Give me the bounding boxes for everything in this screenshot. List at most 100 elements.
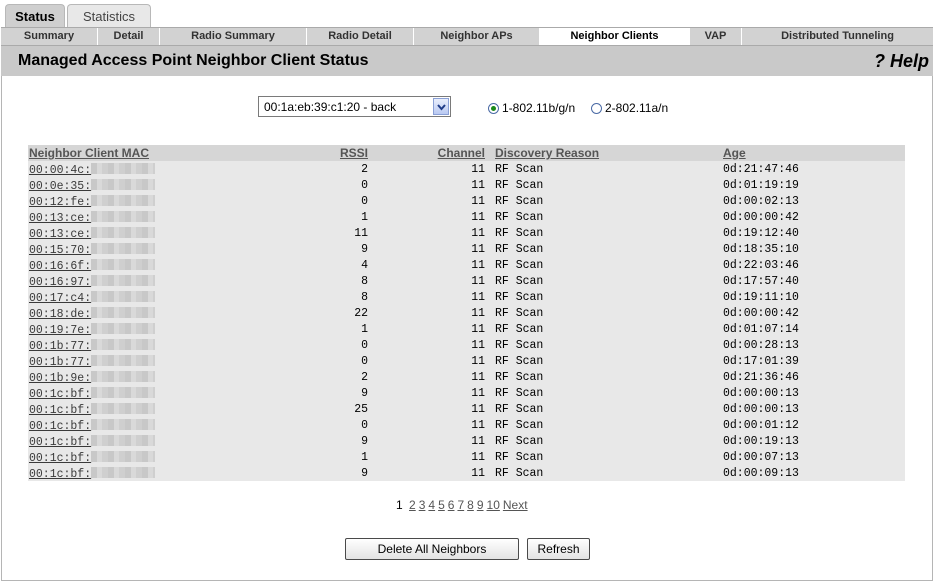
ap-select[interactable]: 00:1a:eb:39:c1:20 - back [258,96,451,117]
client-mac-prefix: 00:13:ce: [29,212,92,225]
next-page-link[interactable]: Next [503,498,528,512]
client-mac-link[interactable]: 00:16:6f: [29,259,156,273]
cell-age: 0d:00:09:13 [723,467,799,480]
ap-select-value: 00:1a:eb:39:c1:20 - back [264,100,397,114]
subtab-summary[interactable]: Summary [1,28,98,45]
sub-tab-bar: Summary Detail Radio Summary Radio Detai… [1,27,933,46]
chevron-down-icon[interactable] [433,98,449,115]
client-mac-link[interactable]: 00:13:ce: [29,227,156,241]
client-mac-link[interactable]: 00:1c:bf: [29,435,156,449]
client-mac-prefix: 00:12:fe: [29,196,92,209]
cell-channel: 11 [471,355,485,368]
cell-age: 0d:19:12:40 [723,227,799,240]
client-mac-prefix: 00:1c:bf: [29,404,92,417]
subtab-neighbor-aps[interactable]: Neighbor APs [414,28,540,45]
subtab-detail[interactable]: Detail [98,28,160,45]
page-link[interactable]: 2 [409,498,416,512]
page-link[interactable]: 5 [438,498,445,512]
cell-channel: 11 [471,211,485,224]
client-mac-link[interactable]: 00:19:7e: [29,323,156,337]
page-link[interactable]: 6 [448,498,455,512]
redacted-mac-suffix [91,163,156,174]
cell-discovery-reason: RF Scan [495,179,544,192]
refresh-button[interactable]: Refresh [527,538,590,560]
cell-age: 0d:17:01:39 [723,355,799,368]
redacted-mac-suffix [91,243,156,254]
page-link[interactable]: 4 [428,498,435,512]
client-mac-prefix: 00:1b:77: [29,356,92,369]
client-mac-link[interactable]: 00:00:4c: [29,163,156,177]
table-row: 00:1c:bf: 9 11 RF Scan 0d:00:19:13 [28,433,905,449]
client-mac-prefix: 00:1b:77: [29,340,92,353]
page-link[interactable]: 7 [457,498,464,512]
cell-channel: 11 [471,323,485,336]
cell-age: 0d:21:36:46 [723,371,799,384]
col-header-age[interactable]: Age [723,146,746,160]
cell-discovery-reason: RF Scan [495,387,544,400]
cell-channel: 11 [471,243,485,256]
cell-rssi: 1 [361,451,368,464]
delete-all-neighbors-button[interactable]: Delete All Neighbors [345,538,519,560]
page-link[interactable]: 9 [477,498,484,512]
cell-rssi: 8 [361,275,368,288]
col-header-discovery-reason[interactable]: Discovery Reason [495,146,599,160]
cell-channel: 11 [471,387,485,400]
client-mac-link[interactable]: 00:16:97: [29,275,156,289]
client-mac-link[interactable]: 00:1b:9e: [29,371,156,385]
client-mac-link[interactable]: 00:0e:35: [29,179,156,193]
cell-rssi: 0 [361,339,368,352]
radio-80211an[interactable]: 2-802.11a/n [591,101,668,115]
redacted-mac-suffix [91,419,156,430]
cell-rssi: 1 [361,211,368,224]
radio-80211bgn[interactable]: 1-802.11b/g/n [488,101,575,115]
client-mac-link[interactable]: 00:1c:bf: [29,451,156,465]
tab-status[interactable]: Status [5,4,65,28]
client-mac-link[interactable]: 00:1c:bf: [29,419,156,433]
cell-discovery-reason: RF Scan [495,227,544,240]
client-mac-prefix: 00:1c:bf: [29,420,92,433]
subtab-radio-detail[interactable]: Radio Detail [307,28,414,45]
cell-age: 0d:01:19:19 [723,179,799,192]
radio-unselected-icon [591,102,602,114]
cell-discovery-reason: RF Scan [495,403,544,416]
cell-rssi: 8 [361,291,368,304]
redacted-mac-suffix [91,339,156,350]
client-mac-prefix: 00:0e:35: [29,180,92,193]
cell-channel: 11 [471,275,485,288]
cell-channel: 11 [471,179,485,192]
subtab-distributed-tunneling[interactable]: Distributed Tunneling [742,28,933,45]
redacted-mac-suffix [91,179,156,190]
radio-selected-icon [488,102,499,114]
col-header-channel[interactable]: Channel [438,146,485,160]
cell-channel: 11 [471,307,485,320]
subtab-radio-summary[interactable]: Radio Summary [160,28,307,45]
table-header: Neighbor Client MAC RSSI Channel Discove… [28,145,905,161]
cell-rssi: 1 [361,323,368,336]
client-mac-link[interactable]: 00:18:de: [29,307,156,321]
help-link[interactable]: ? Help [874,51,929,72]
client-mac-link[interactable]: 00:1b:77: [29,339,156,353]
client-mac-link[interactable]: 00:1c:bf: [29,403,156,417]
client-mac-link[interactable]: 00:1b:77: [29,355,156,369]
page-link[interactable]: 10 [487,498,500,512]
client-mac-link[interactable]: 00:15:70: [29,243,156,257]
table-row: 00:0e:35: 0 11 RF Scan 0d:01:19:19 [28,177,905,193]
cell-channel: 11 [471,259,485,272]
page-link[interactable]: 8 [467,498,474,512]
cell-rssi: 9 [361,435,368,448]
page-link[interactable]: 3 [419,498,426,512]
client-mac-link[interactable]: 00:12:fe: [29,195,156,209]
subtab-neighbor-clients[interactable]: Neighbor Clients [540,28,690,45]
client-mac-link[interactable]: 00:1c:bf: [29,467,156,481]
col-header-rssi[interactable]: RSSI [340,146,368,160]
client-mac-link[interactable]: 00:13:ce: [29,211,156,225]
cell-age: 0d:18:35:10 [723,243,799,256]
col-header-mac[interactable]: Neighbor Client MAC [29,146,149,160]
subtab-vap[interactable]: VAP [690,28,742,45]
client-mac-link[interactable]: 00:1c:bf: [29,387,156,401]
cell-discovery-reason: RF Scan [495,435,544,448]
client-mac-link[interactable]: 00:17:c4: [29,291,156,305]
cell-discovery-reason: RF Scan [495,355,544,368]
tab-statistics[interactable]: Statistics [67,4,151,28]
cell-age: 0d:19:11:10 [723,291,799,304]
